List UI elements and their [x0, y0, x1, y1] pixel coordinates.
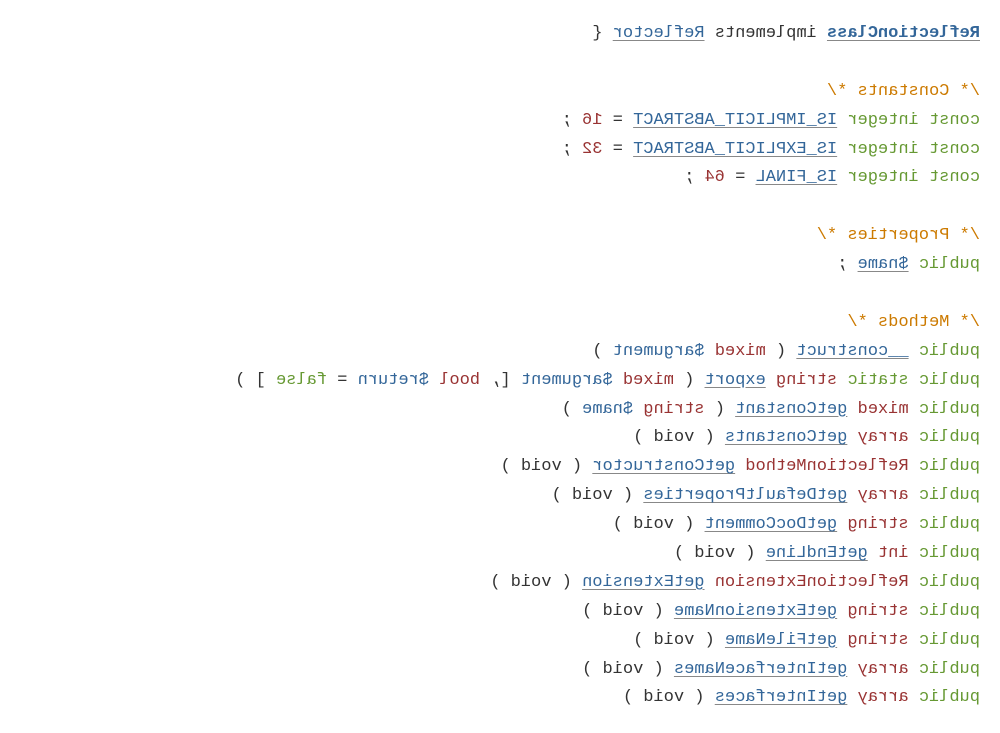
comment-constants: /* Constants */ — [20, 78, 980, 107]
comment-properties: /* Properties */ — [20, 222, 980, 251]
method-declaration: public array getInterfaceNames ( void ) — [20, 656, 980, 685]
method-declaration: public int getEndLine ( void ) — [20, 540, 980, 569]
prop-name[interactable]: $name — [858, 255, 909, 274]
const-declaration: const integer IS_FINAL = 64 ; — [20, 164, 980, 193]
method-declaration: public mixed getConstant ( string $name … — [20, 396, 980, 425]
class-declaration: ReflectionClass implements Reflector { — [20, 20, 980, 49]
const-declaration: const integer IS_EXPLICIT_ABSTRACT = 32 … — [20, 136, 980, 165]
method-getdefaultproperties[interactable]: getDefaultProperties — [643, 486, 847, 505]
method-declaration: public ReflectionExtension getExtension … — [20, 569, 980, 598]
const-is-implicit-abstract[interactable]: IS_IMPLICIT_ABSTRACT — [633, 111, 837, 130]
prop-declaration: public $name ; — [20, 251, 980, 280]
method-getinterfaces[interactable]: getInterfaces — [715, 688, 848, 707]
class-name[interactable]: ReflectionClass — [827, 24, 980, 43]
method-getendline[interactable]: getEndLine — [766, 544, 868, 563]
method-getdoccomment[interactable]: getDocComment — [705, 515, 838, 534]
method-getconstructor[interactable]: getConstructor — [592, 457, 735, 476]
method-declaration: public string getExtensionName ( void ) — [20, 598, 980, 627]
method-getconstant[interactable]: getConstant — [735, 400, 847, 419]
const-declaration: const integer IS_IMPLICIT_ABSTRACT = 16 … — [20, 107, 980, 136]
method-getconstants[interactable]: getConstants — [725, 428, 847, 447]
method-declaration: public string getDocComment ( void ) — [20, 511, 980, 540]
method-construct[interactable]: __construct — [796, 342, 908, 361]
const-is-final[interactable]: IS_FINAL — [756, 168, 838, 187]
const-is-explicit-abstract[interactable]: IS_EXPLICIT_ABSTRACT — [633, 140, 837, 159]
interface-name[interactable]: Reflector — [613, 24, 705, 43]
method-declaration: public static string export ( mixed $arg… — [20, 367, 980, 396]
code-block: ReflectionClass implements Reflector { /… — [20, 20, 1000, 713]
method-declaration: public array getDefaultProperties ( void… — [20, 482, 980, 511]
method-declaration: public __construct ( mixed $argument ) — [20, 338, 980, 367]
method-getinterfacenames[interactable]: getInterfaceNames — [674, 660, 847, 679]
method-getextensionname[interactable]: getExtensionName — [674, 602, 837, 621]
method-declaration: public string getFileName ( void ) — [20, 627, 980, 656]
comment-methods: /* Methods */ — [20, 309, 980, 338]
method-declaration: public array getConstants ( void ) — [20, 424, 980, 453]
method-getfilename[interactable]: getFileName — [725, 631, 837, 650]
method-declaration: public array getInterfaces ( void ) — [20, 684, 980, 713]
method-declaration: public ReflectionMethod getConstructor (… — [20, 453, 980, 482]
method-getextension[interactable]: getExtension — [582, 573, 704, 592]
method-export[interactable]: export — [705, 371, 766, 390]
